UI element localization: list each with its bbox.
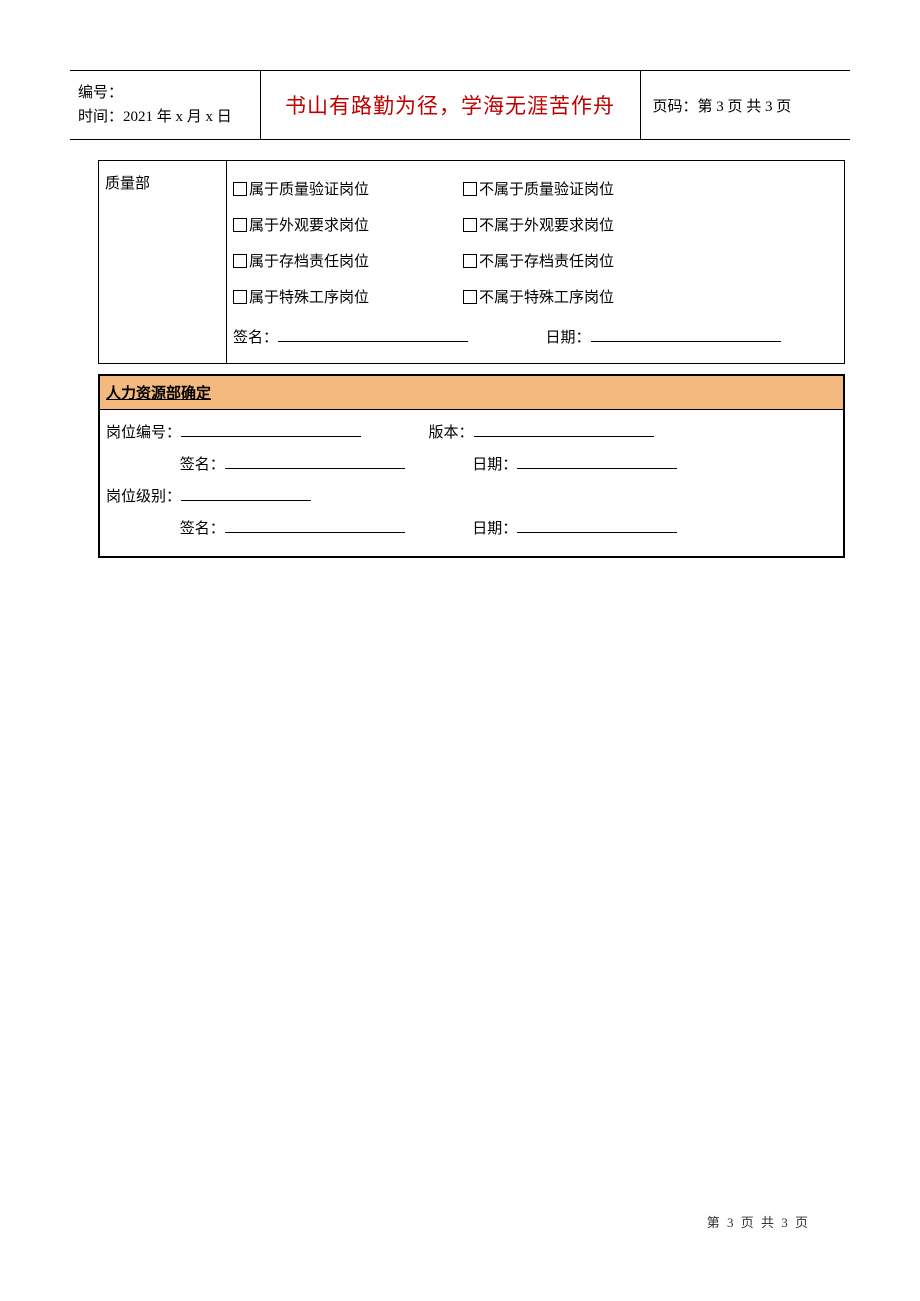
checkbox-icon[interactable] — [463, 218, 477, 232]
serial-label: 编号： — [78, 81, 252, 105]
header-motto: 书山有路勤为径，学海无涯苦作舟 — [260, 71, 640, 140]
date-label: 日期： — [546, 330, 591, 346]
opt-yes: 属于存档责任岗位 — [249, 254, 369, 270]
quality-table: 质量部 属于质量验证岗位 不属于质量验证岗位 属于外观要求岗位 不属于外观要求岗… — [98, 160, 845, 364]
document-header: 编号： 时间：2021 年 x 月 x 日 书山有路勤为径，学海无涯苦作舟 页码… — [70, 70, 850, 140]
page-footer: 第 3 页 共 3 页 — [707, 1212, 810, 1231]
quality-dept-cell: 质量部 — [99, 161, 227, 364]
date-line-2[interactable] — [517, 518, 677, 533]
hr-body: 岗位编号： 版本： 签名： 日期： 岗位级别： — [100, 410, 843, 556]
version-label: 版本： — [429, 425, 474, 441]
date-line[interactable] — [591, 327, 781, 342]
quality-dept-label: 质量部 — [105, 176, 150, 192]
sign-label-2: 签名： — [180, 521, 225, 537]
sign-line-2[interactable] — [225, 518, 405, 533]
job-level-line[interactable] — [181, 486, 311, 501]
job-no-line[interactable] — [181, 422, 361, 437]
header-left: 编号： 时间：2021 年 x 月 x 日 — [70, 71, 260, 140]
quality-options-cell: 属于质量验证岗位 不属于质量验证岗位 属于外观要求岗位 不属于外观要求岗位 属于… — [227, 161, 845, 364]
checkbox-icon[interactable] — [463, 182, 477, 196]
checkbox-icon[interactable] — [233, 290, 247, 304]
opt-no: 不属于外观要求岗位 — [479, 218, 614, 234]
opt-no: 不属于质量验证岗位 — [479, 182, 614, 198]
checkbox-icon[interactable] — [463, 254, 477, 268]
opt-yes: 属于外观要求岗位 — [249, 218, 369, 234]
checkbox-icon[interactable] — [233, 218, 247, 232]
hr-table: 人力资源部确定 岗位编号： 版本： 签名： 日期： — [98, 374, 845, 558]
quality-option-row: 属于特殊工序岗位 不属于特殊工序岗位 — [233, 283, 838, 313]
opt-no: 不属于存档责任岗位 — [479, 254, 614, 270]
job-no-label: 岗位编号： — [106, 425, 181, 441]
version-line[interactable] — [474, 422, 654, 437]
date-label: 日期： — [472, 457, 517, 473]
quality-option-row: 属于存档责任岗位 不属于存档责任岗位 — [233, 247, 838, 277]
time-label: 时间：2021 年 x 月 x 日 — [78, 105, 252, 129]
sign-line[interactable] — [225, 454, 405, 469]
checkbox-icon[interactable] — [233, 182, 247, 196]
sign-line[interactable] — [278, 327, 468, 342]
checkbox-icon[interactable] — [233, 254, 247, 268]
quality-sign-row: 签名： 日期： — [233, 323, 838, 353]
header-page: 页码：第 3 页 共 3 页 — [640, 71, 850, 140]
checkbox-icon[interactable] — [463, 290, 477, 304]
date-line[interactable] — [517, 454, 677, 469]
job-level-label: 岗位级别： — [106, 489, 181, 505]
hr-title: 人力资源部确定 — [100, 376, 843, 410]
opt-yes: 属于特殊工序岗位 — [249, 290, 369, 306]
opt-yes: 属于质量验证岗位 — [249, 182, 369, 198]
quality-option-row: 属于质量验证岗位 不属于质量验证岗位 — [233, 175, 838, 205]
opt-no: 不属于特殊工序岗位 — [479, 290, 614, 306]
quality-option-row: 属于外观要求岗位 不属于外观要求岗位 — [233, 211, 838, 241]
date-label-2: 日期： — [472, 521, 517, 537]
sign-label: 签名： — [180, 457, 225, 473]
sign-label: 签名： — [233, 330, 278, 346]
